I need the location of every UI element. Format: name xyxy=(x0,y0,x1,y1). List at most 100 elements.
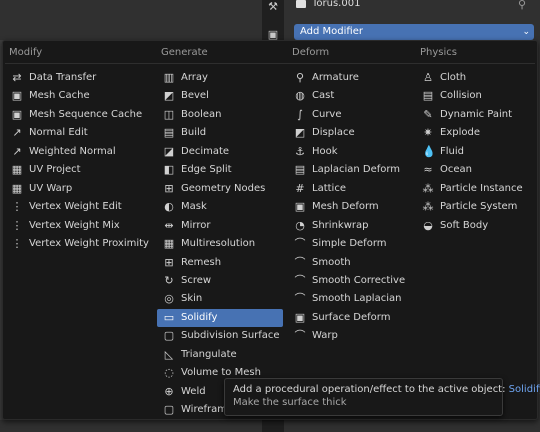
menu-item-label: Displace xyxy=(312,127,355,138)
menu-item-armature[interactable]: ⚲ Armature xyxy=(288,69,413,87)
cloth-icon: ♙ xyxy=(423,71,433,84)
menu-item-mesh-cache[interactable]: ▣ Mesh Cache xyxy=(5,87,155,105)
menu-item-label: Solidify xyxy=(181,312,218,323)
pin-icon[interactable]: ⚲ xyxy=(518,0,526,11)
menu-item-array[interactable]: ▥ Array xyxy=(157,69,283,87)
menu-item-boolean[interactable]: ◫ Boolean xyxy=(157,106,283,124)
menu-item-solidify[interactable]: ▭ Solidify xyxy=(157,309,283,327)
menu-item-vertex-weight-mix[interactable]: ⋮ Vertex Weight Mix xyxy=(5,217,155,235)
boolean-icon: ◫ xyxy=(163,108,175,121)
menu-item-label: Cloth xyxy=(440,72,467,83)
smooth-corrective-icon: ⌒ xyxy=(294,274,306,287)
menu-item-uv-project[interactable]: ▦ UV Project xyxy=(5,161,155,179)
particle-instance-icon: ⁂ xyxy=(422,182,434,195)
surface-deform-icon: ▣ xyxy=(294,311,306,324)
menu-item-label: Mirror xyxy=(181,220,211,231)
menu-item-cast[interactable]: ◍ Cast xyxy=(288,87,413,105)
object-icon xyxy=(296,0,306,8)
curve-icon: ∫ xyxy=(297,108,303,121)
ocean-icon: ≈ xyxy=(423,163,433,176)
menu-item-label: Shrinkwrap xyxy=(312,220,369,231)
weld-icon: ⊕ xyxy=(164,385,174,398)
wireframe-icon: ▢ xyxy=(163,403,175,416)
menu-item-lattice[interactable]: # Lattice xyxy=(288,180,413,198)
menu-item-displace[interactable]: ◩ Displace xyxy=(288,124,413,142)
geometry-nodes-icon: ⊞ xyxy=(164,182,174,195)
menu-item-normal-edit[interactable]: ↗ Normal Edit xyxy=(5,124,155,142)
menu-item-vertex-weight-proximity[interactable]: ⋮ Vertex Weight Proximity xyxy=(5,235,155,253)
menu-item-multiresolution[interactable]: ▦ Multiresolution xyxy=(157,235,283,253)
menu-item-label: Simple Deform xyxy=(312,238,387,249)
menu-item-vertex-weight-edit[interactable]: ⋮ Vertex Weight Edit xyxy=(5,198,155,216)
menu-item-label: Armature xyxy=(312,72,359,83)
column-header-deform: Deform xyxy=(292,47,330,58)
menu-item-curve[interactable]: ∫ Curve xyxy=(288,106,413,124)
menu-item-data-transfer[interactable]: ⇄ Data Transfer xyxy=(5,69,155,87)
menu-item-build[interactable]: ▤ Build xyxy=(157,124,283,142)
tooltip-line: Add a procedural operation/effect to the… xyxy=(233,383,540,396)
menu-item-mask[interactable]: ◐ Mask xyxy=(157,198,283,216)
menu-item-label: Remesh xyxy=(181,257,222,268)
menu-item-fluid[interactable]: 💧 Fluid xyxy=(416,143,534,161)
menu-item-label: Dynamic Paint xyxy=(440,109,513,120)
menu-item-label: Hook xyxy=(312,146,338,157)
menu-item-mesh-sequence-cache[interactable]: ▣ Mesh Sequence Cache xyxy=(5,106,155,124)
menu-item-mirror[interactable]: ⇹ Mirror xyxy=(157,217,283,235)
menu-item-label: Geometry Nodes xyxy=(181,183,266,194)
menu-item-particle-instance[interactable]: ⁂ Particle Instance xyxy=(416,180,534,198)
menu-item-weighted-normal[interactable]: ↗ Weighted Normal xyxy=(5,143,155,161)
menu-item-warp[interactable]: ⌒ Warp xyxy=(288,327,413,345)
menu-item-smooth-corrective[interactable]: ⌒ Smooth Corrective xyxy=(288,272,413,290)
menu-item-label: Smooth Corrective xyxy=(312,275,406,286)
menu-item-soft-body[interactable]: ◒ Soft Body xyxy=(416,217,534,235)
menu-item-label: Mesh Cache xyxy=(29,90,90,101)
shrinkwrap-icon: ◔ xyxy=(295,219,305,232)
menu-item-smooth[interactable]: ⌒ Smooth xyxy=(288,254,413,272)
mesh-cache-icon: ▣ xyxy=(11,89,23,102)
screw-icon: ↻ xyxy=(164,274,174,287)
object-name[interactable]: Torus.001 xyxy=(312,0,360,10)
menu-item-label: Mesh Sequence Cache xyxy=(29,109,143,120)
array-icon: ▥ xyxy=(163,71,175,84)
menu-item-shrinkwrap[interactable]: ◔ Shrinkwrap xyxy=(288,217,413,235)
vertex-weight-proximity-icon: ⋮ xyxy=(11,237,23,250)
menu-header-divider xyxy=(5,63,535,64)
menu-item-explode[interactable]: ✷ Explode xyxy=(416,124,534,142)
solidify-icon: ▭ xyxy=(163,311,175,324)
triangulate-icon: ◺ xyxy=(164,348,174,361)
menu-item-skin[interactable]: ◎ Skin xyxy=(157,290,283,308)
tooltip-highlight: Solidify xyxy=(508,384,540,395)
menu-item-triangulate[interactable]: ◺ Triangulate xyxy=(157,346,283,364)
menu-item-geometry-nodes[interactable]: ⊞ Geometry Nodes xyxy=(157,180,283,198)
menu-item-uv-warp[interactable]: ▦ UV Warp xyxy=(5,180,155,198)
remesh-icon: ⊞ xyxy=(164,256,174,269)
menu-item-smooth-laplacian[interactable]: ⌒ Smooth Laplacian xyxy=(288,290,413,308)
menu-item-label: Cast xyxy=(312,90,335,101)
warp-icon: ⌒ xyxy=(294,329,306,342)
menu-item-subdivision-surface[interactable]: ▢ Subdivision Surface xyxy=(157,327,283,345)
menu-item-screw[interactable]: ↻ Screw xyxy=(157,272,283,290)
menu-item-decimate[interactable]: ◪ Decimate xyxy=(157,143,283,161)
add-modifier-button[interactable]: Add Modifier ⌄ xyxy=(294,24,534,40)
menu-item-bevel[interactable]: ◩ Bevel xyxy=(157,87,283,105)
mask-icon: ◐ xyxy=(164,200,174,213)
menu-item-hook[interactable]: ⚓ Hook xyxy=(288,143,413,161)
simple-deform-icon: ⌒ xyxy=(294,237,306,250)
menu-item-laplacian-deform[interactable]: ▤ Laplacian Deform xyxy=(288,161,413,179)
menu-item-particle-system[interactable]: ⁂ Particle System xyxy=(416,198,534,216)
smooth-icon: ⌒ xyxy=(294,256,306,269)
menu-item-label: Vertex Weight Edit xyxy=(29,201,122,212)
menu-item-surface-deform[interactable]: ▣ Surface Deform xyxy=(288,309,413,327)
menu-item-collision[interactable]: ▤ Collision xyxy=(416,87,534,105)
menu-item-ocean[interactable]: ≈ Ocean xyxy=(416,161,534,179)
menu-item-remesh[interactable]: ⊞ Remesh xyxy=(157,254,283,272)
menu-item-simple-deform[interactable]: ⌒ Simple Deform xyxy=(288,235,413,253)
menu-item-label: Weld xyxy=(181,386,206,397)
menu-item-edge-split[interactable]: ◧ Edge Split xyxy=(157,161,283,179)
vertex-weight-edit-icon: ⋮ xyxy=(11,200,23,213)
menu-item-label: Smooth Laplacian xyxy=(312,293,402,304)
menu-item-cloth[interactable]: ♙ Cloth xyxy=(416,69,534,87)
tool-tab-icon[interactable]: ⚒ xyxy=(266,0,280,14)
menu-item-mesh-deform[interactable]: ▣ Mesh Deform xyxy=(288,198,413,216)
menu-item-dynamic-paint[interactable]: ✎ Dynamic Paint xyxy=(416,106,534,124)
